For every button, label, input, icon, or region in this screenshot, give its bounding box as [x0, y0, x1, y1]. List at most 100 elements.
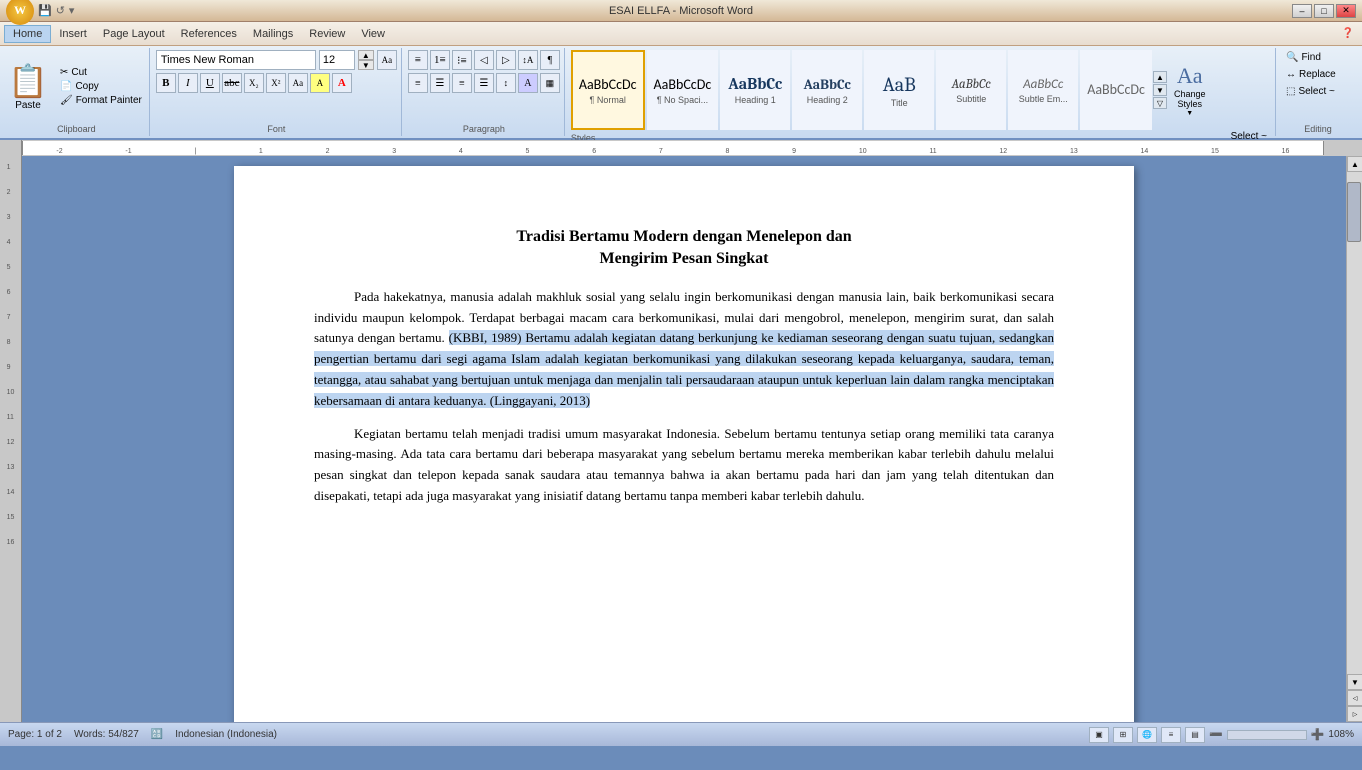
find-icon: 🔍 [1286, 52, 1298, 63]
clipboard-group-label: Clipboard [8, 124, 145, 134]
font-size-input[interactable] [319, 50, 355, 70]
font-color-button[interactable]: A [332, 73, 352, 93]
zoom-in-button[interactable]: ➕ [1311, 728, 1325, 741]
status-bar: Page: 1 of 2 Words: 54/827 🔠 Indonesian … [0, 722, 1362, 746]
window-title: ESAI ELLFA - Microsoft Word [609, 5, 753, 17]
align-left[interactable]: ≡ [408, 73, 428, 93]
web-layout-button[interactable]: 🌐 [1137, 727, 1157, 743]
title-bar-controls: – □ ✕ [1292, 4, 1356, 18]
menu-view[interactable]: View [353, 26, 393, 42]
change-styles-label: ChangeStyles [1174, 89, 1206, 109]
menu-home[interactable]: Home [4, 25, 51, 43]
format-painter-icon: 🖌 [60, 95, 73, 106]
outline-button[interactable]: ≡ [1161, 727, 1181, 743]
italic-button[interactable]: I [178, 73, 198, 93]
style-normal[interactable]: AaBbCcDc ¶ Normal [571, 50, 645, 130]
minimize-button[interactable]: – [1292, 4, 1312, 18]
style-more[interactable]: AaBbCcDc [1080, 50, 1152, 130]
bold-button[interactable]: B [156, 73, 176, 93]
styles-scroll-down[interactable]: ▼ [1153, 84, 1167, 96]
style-subtitle-preview: AaBbCc [952, 77, 991, 92]
menu-mailings[interactable]: Mailings [245, 26, 301, 42]
style-title[interactable]: AaB Title [864, 50, 934, 130]
clear-format-button[interactable]: Aa [377, 50, 397, 70]
paragraph-2[interactable]: Kegiatan bertamu telah menjadi tradisi u… [314, 424, 1054, 507]
zoom-level: 108% [1328, 729, 1354, 740]
format-painter-button[interactable]: 🖌 Format Painter [57, 94, 145, 107]
style-no-spacing[interactable]: AaBbCcDc ¶ No Spaci... [647, 50, 719, 130]
style-normal-label: ¶ Normal [590, 95, 626, 105]
status-left: Page: 1 of 2 Words: 54/827 🔠 Indonesian … [8, 729, 277, 740]
borders-button[interactable]: ▦ [540, 73, 560, 93]
scroll-up-button[interactable]: ▲ [1347, 156, 1362, 172]
select-icon: ⬚ [1286, 86, 1295, 97]
style-no-spacing-preview: AaBbCcDc [654, 76, 712, 93]
font-size-increase[interactable]: ▲ [358, 50, 374, 60]
decrease-indent[interactable]: ◁ [474, 50, 494, 70]
paste-icon: 📋 [8, 62, 48, 100]
find-button[interactable]: 🔍 Find [1282, 50, 1325, 65]
highlight-button[interactable]: A [310, 73, 330, 93]
subscript-button[interactable]: X₂ [244, 73, 264, 93]
ribbon-group-styles: AaBbCcDc ¶ Normal AaBbCcDc ¶ No Spaci...… [567, 48, 1276, 136]
close-button[interactable]: ✕ [1336, 4, 1356, 18]
line-spacing[interactable]: ↕ [496, 73, 516, 93]
change-styles-button[interactable]: Aa ChangeStyles ▼ [1172, 61, 1208, 119]
style-heading2-preview: AaBbCc [804, 76, 851, 93]
title-bar: W 💾 ↺ ▾ ESAI ELLFA - Microsoft Word – □ … [0, 0, 1362, 22]
shading-button[interactable]: A [518, 73, 538, 93]
zoom-out-button[interactable]: ➖ [1209, 728, 1223, 741]
font-name-input[interactable] [156, 50, 316, 70]
scroll-page-down[interactable]: ▷ [1347, 706, 1362, 722]
copy-button[interactable]: 📄 Copy [57, 80, 145, 93]
bullets-button[interactable]: ≡ [408, 50, 428, 70]
style-heading2[interactable]: AaBbCc Heading 2 [792, 50, 862, 130]
draft-button[interactable]: ▤ [1185, 727, 1205, 743]
replace-button[interactable]: ↔ Replace [1282, 67, 1340, 82]
increase-indent[interactable]: ▷ [496, 50, 516, 70]
full-screen-button[interactable]: ⊞ [1113, 727, 1133, 743]
text-effect-button[interactable]: Aa [288, 73, 308, 93]
paragraph-1[interactable]: Pada hakekatnya, manusia adalah makhluk … [314, 287, 1054, 412]
vertical-scrollbar[interactable]: ▲ ▼ ◁ ▷ [1346, 156, 1362, 722]
scroll-page-up[interactable]: ◁ [1347, 690, 1362, 706]
select-all-button[interactable]: ⬚ Select ~ [1282, 84, 1339, 99]
style-heading1[interactable]: AaBbCc Heading 1 [720, 50, 790, 130]
restore-button[interactable]: □ [1314, 4, 1334, 18]
superscript-button[interactable]: X² [266, 73, 286, 93]
sort-button[interactable]: ↕A [518, 50, 538, 70]
multilevel-button[interactable]: ⁝≡ [452, 50, 472, 70]
menu-references[interactable]: References [173, 26, 245, 42]
numbering-button[interactable]: 1≡ [430, 50, 450, 70]
replace-icon: ↔ [1286, 69, 1296, 80]
style-subtitle-label: Subtitle [956, 94, 986, 104]
font-size-decrease[interactable]: ▼ [358, 60, 374, 70]
status-right: ▣ ⊞ 🌐 ≡ ▤ ➖ ➕ 108% [1089, 727, 1354, 743]
scroll-track[interactable] [1347, 172, 1362, 674]
strikethrough-button[interactable]: abc [222, 73, 242, 93]
menu-review[interactable]: Review [301, 26, 353, 42]
style-subtle-em-preview: AaBbCc [1023, 77, 1063, 92]
print-layout-button[interactable]: ▣ [1089, 727, 1109, 743]
underline-button[interactable]: U [200, 73, 220, 93]
scroll-down-button[interactable]: ▼ [1347, 674, 1362, 690]
align-center[interactable]: ☰ [430, 73, 450, 93]
zoom-slider[interactable] [1227, 730, 1307, 740]
show-marks-button[interactable]: ¶ [540, 50, 560, 70]
paste-button[interactable]: 📋 Paste [8, 60, 48, 113]
document[interactable]: Tradisi Bertamu Modern dengan Menelepon … [234, 166, 1134, 722]
style-subtle-em[interactable]: AaBbCc Subtle Em... [1008, 50, 1078, 130]
office-button[interactable]: W [6, 0, 34, 25]
align-justify[interactable]: ☰ [474, 73, 494, 93]
cut-button[interactable]: ✂ Cut [57, 66, 145, 79]
page-indicator: Page: 1 of 2 [8, 729, 62, 740]
ribbon-group-editing: 🔍 Find ↔ Replace ⬚ Select ~ Editing [1278, 48, 1358, 136]
menu-insert[interactable]: Insert [51, 26, 95, 42]
style-subtitle[interactable]: AaBbCc Subtitle [936, 50, 1006, 130]
vertical-ruler: 12345678910111213141516 [0, 156, 22, 722]
styles-scroll-more[interactable]: ▽ [1153, 97, 1167, 109]
styles-scroll-up[interactable]: ▲ [1153, 71, 1167, 83]
align-right[interactable]: ≡ [452, 73, 472, 93]
scroll-thumb[interactable] [1347, 182, 1361, 242]
menu-page-layout[interactable]: Page Layout [95, 26, 173, 42]
